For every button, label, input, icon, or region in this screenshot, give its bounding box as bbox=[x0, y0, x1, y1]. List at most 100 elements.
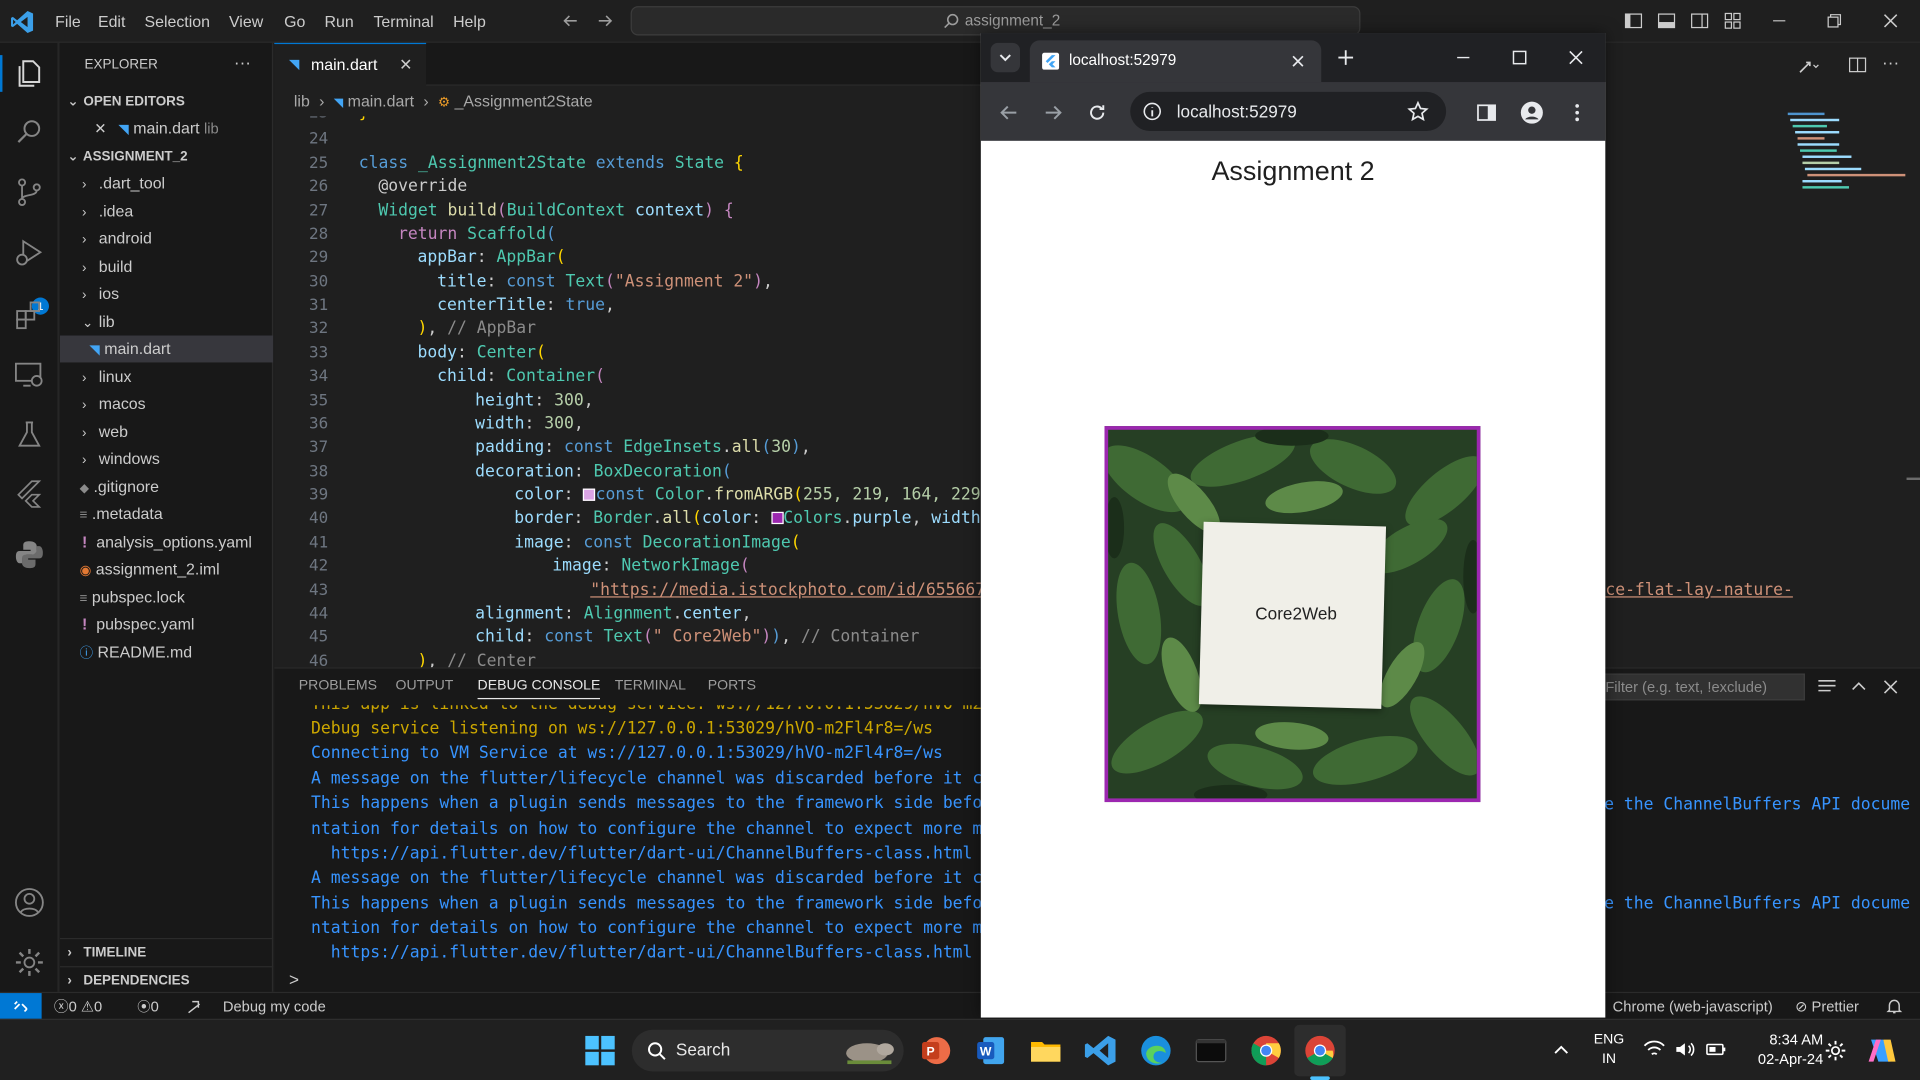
volume-icon[interactable] bbox=[1674, 1040, 1696, 1060]
search-icon[interactable] bbox=[12, 115, 46, 149]
breadcrumb-symbol[interactable]: _Assignment2State bbox=[455, 92, 593, 110]
tab-search-button[interactable] bbox=[990, 42, 1021, 73]
maximize-panel-icon[interactable] bbox=[1850, 678, 1867, 695]
timeline-header[interactable]: › TIMELINE bbox=[60, 937, 274, 965]
remote-explorer-icon[interactable] bbox=[12, 358, 46, 392]
tree-folder-ios[interactable]: › ios bbox=[60, 280, 273, 307]
open-editors-header[interactable]: ⌄ OPEN EDITORS bbox=[60, 88, 273, 115]
console-filter-input[interactable]: Filter (e.g. text, !exclude) bbox=[1596, 673, 1805, 701]
toggle-panel-icon[interactable] bbox=[1657, 11, 1677, 31]
testing-icon[interactable] bbox=[12, 418, 46, 452]
customize-layout-icon[interactable] bbox=[1723, 11, 1743, 31]
tree-folder-linux[interactable]: › linux bbox=[60, 364, 273, 391]
accounts-icon[interactable] bbox=[12, 885, 46, 919]
breadcrumb-folder[interactable]: lib bbox=[294, 92, 310, 110]
panel-tab-debug-console[interactable]: DEBUG CONSOLE bbox=[477, 678, 601, 700]
browser-back-icon[interactable] bbox=[998, 102, 1020, 124]
prettier-status[interactable]: ⊘ Prettier bbox=[1795, 993, 1859, 1020]
file-explorer-icon[interactable] bbox=[1029, 1033, 1063, 1067]
editor-more-button[interactable]: ··· bbox=[1882, 53, 1899, 73]
settings-gear-icon[interactable] bbox=[12, 945, 46, 979]
remote-indicator[interactable] bbox=[0, 993, 42, 1021]
tree-file-readme[interactable]: ⓘ README.md bbox=[60, 639, 273, 666]
toggle-sidebar-icon[interactable] bbox=[1624, 11, 1644, 31]
panel-tab-ports[interactable]: PORTS bbox=[708, 678, 756, 693]
tree-file-metadata[interactable]: ≡ .metadata bbox=[60, 501, 273, 528]
console-output[interactable]: This app is linked to the debug service:… bbox=[274, 705, 981, 968]
tab-close-icon[interactable]: ✕ bbox=[399, 44, 412, 86]
menu-file[interactable]: File bbox=[55, 12, 81, 30]
debug-icon[interactable] bbox=[185, 998, 202, 1015]
tree-folder-build[interactable]: › build bbox=[60, 253, 273, 280]
powerpoint-icon[interactable]: P bbox=[918, 1033, 952, 1067]
panel-tab-terminal[interactable]: TERMINAL bbox=[615, 678, 686, 693]
clear-console-icon[interactable] bbox=[1817, 678, 1837, 695]
ports-status[interactable]: ⦿0 bbox=[137, 993, 159, 1021]
chrome-icon[interactable] bbox=[1249, 1033, 1283, 1067]
color-swatch[interactable] bbox=[583, 488, 596, 501]
menu-terminal[interactable]: Terminal bbox=[373, 12, 433, 30]
toggle-secondary-sidebar-icon[interactable] bbox=[1690, 11, 1710, 31]
extensions-icon[interactable] bbox=[12, 298, 46, 332]
forward-arrow-icon[interactable] bbox=[595, 11, 615, 31]
tree-folder-macos[interactable]: › macos bbox=[60, 391, 273, 418]
run-dropdown-icon[interactable] bbox=[1795, 55, 1819, 79]
browser-forward-icon[interactable] bbox=[1042, 102, 1064, 124]
vscode-taskbar-icon[interactable] bbox=[1084, 1033, 1118, 1067]
debug-config[interactable]: Debug my code bbox=[223, 993, 326, 1020]
tree-folder-idea[interactable]: › .idea bbox=[60, 198, 273, 225]
copilot-icon[interactable] bbox=[1864, 1035, 1898, 1067]
flutter-icon[interactable] bbox=[12, 478, 46, 512]
split-editor-icon[interactable] bbox=[1848, 55, 1868, 75]
taskbar-search[interactable]: Search bbox=[631, 1029, 904, 1072]
tree-folder-web[interactable]: › web bbox=[60, 419, 273, 446]
browser-menu-icon[interactable] bbox=[1566, 102, 1588, 124]
address-bar[interactable]: localhost:52979 bbox=[1130, 91, 1447, 132]
tab-close-icon[interactable] bbox=[1289, 53, 1306, 70]
new-tab-plus-icon[interactable] bbox=[1336, 48, 1356, 68]
reload-icon[interactable] bbox=[1086, 102, 1108, 124]
more-actions-button[interactable]: ··· bbox=[234, 53, 251, 73]
notification-gear-icon[interactable] bbox=[1825, 1040, 1847, 1062]
vscode-logo-icon[interactable] bbox=[10, 10, 34, 34]
restore-icon[interactable] bbox=[1825, 11, 1845, 31]
close-editor-icon[interactable]: ✕ bbox=[94, 120, 106, 137]
terminal-icon[interactable] bbox=[1194, 1033, 1228, 1067]
browser-maximize-icon[interactable] bbox=[1510, 48, 1530, 68]
tree-file-gitignore[interactable]: ◆ .gitignore bbox=[60, 474, 273, 501]
open-editor-item[interactable]: ✕ ◥ main.dart lib bbox=[60, 115, 273, 142]
panel-tab-output[interactable]: OUTPUT bbox=[396, 678, 454, 693]
source-control-icon[interactable] bbox=[12, 175, 46, 209]
back-arrow-icon[interactable] bbox=[561, 11, 581, 31]
problems-status[interactable]: ⓧ0 ⚠0 bbox=[54, 993, 102, 1020]
panel-tab-problems[interactable]: PROBLEMS bbox=[299, 678, 377, 693]
code-area[interactable]: 23 24 25 26 27 28 29 30 31 32 33 34 35 3… bbox=[274, 116, 981, 667]
system-clock[interactable]: 8:34 AM 02-Apr-24 bbox=[1742, 1030, 1823, 1069]
edge-icon[interactable] bbox=[1139, 1033, 1173, 1067]
explorer-icon[interactable] bbox=[12, 56, 46, 90]
menu-run[interactable]: Run bbox=[324, 12, 353, 30]
close-icon[interactable] bbox=[1881, 11, 1901, 31]
tree-file-iml[interactable]: ◉ assignment_2.iml bbox=[60, 556, 273, 583]
language-indicator[interactable]: ENG IN bbox=[1587, 1030, 1631, 1069]
breadcrumb-file[interactable]: main.dart bbox=[348, 92, 414, 110]
menu-help[interactable]: Help bbox=[453, 12, 486, 30]
menu-selection[interactable]: Selection bbox=[144, 12, 209, 30]
menu-go[interactable]: Go bbox=[284, 12, 305, 30]
battery-icon[interactable] bbox=[1705, 1040, 1727, 1060]
run-debug-icon[interactable] bbox=[12, 236, 46, 270]
tree-file-pubspec-lock[interactable]: ≡ pubspec.lock bbox=[60, 584, 273, 611]
command-center-search[interactable]: assignment_2 bbox=[630, 6, 1361, 36]
close-panel-icon[interactable] bbox=[1882, 678, 1899, 695]
python-icon[interactable] bbox=[12, 538, 46, 572]
device-target[interactable]: Chrome (web-javascript) bbox=[1613, 993, 1773, 1020]
wifi-icon[interactable] bbox=[1643, 1040, 1665, 1060]
tree-folder-android[interactable]: › android bbox=[60, 225, 273, 252]
browser-minimize-icon[interactable] bbox=[1453, 48, 1473, 68]
tree-folder-lib[interactable]: ⌄ lib bbox=[60, 309, 273, 336]
tree-file-main-dart[interactable]: ◥ main.dart bbox=[60, 335, 274, 363]
tree-file-pubspec-yaml[interactable]: ! pubspec.yaml bbox=[60, 611, 273, 638]
show-hidden-icons-chevron-icon[interactable] bbox=[1553, 1042, 1570, 1059]
code-editor[interactable]: ◥ main.dart ✕ lib › ◥ main.dart › ⚙ _Ass… bbox=[274, 42, 981, 668]
project-header[interactable]: ⌄ ASSIGNMENT_2 bbox=[60, 143, 273, 170]
